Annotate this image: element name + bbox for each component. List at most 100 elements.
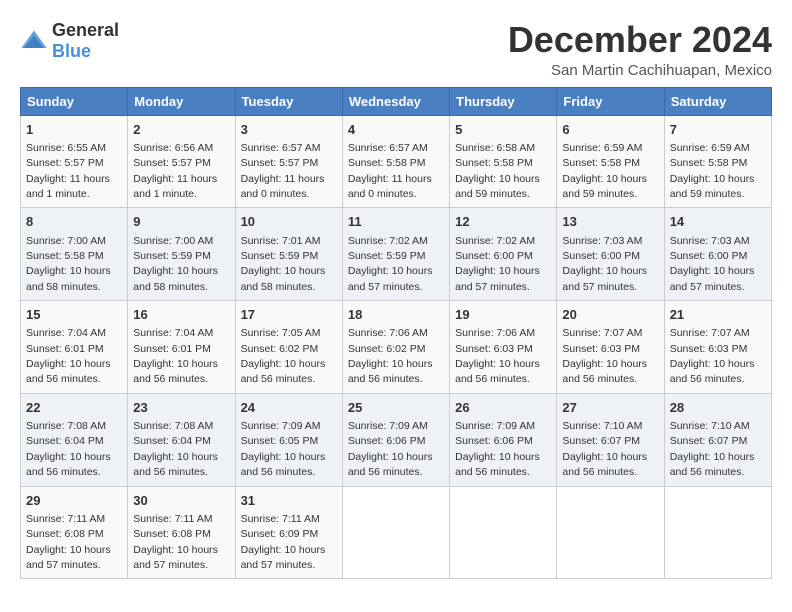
day-info: Sunrise: 7:06 AMSunset: 6:02 PMDaylight:… bbox=[348, 327, 433, 385]
table-row: 9Sunrise: 7:00 AMSunset: 5:59 PMDaylight… bbox=[128, 208, 235, 301]
day-number: 17 bbox=[241, 306, 337, 324]
table-row: 13Sunrise: 7:03 AMSunset: 6:00 PMDayligh… bbox=[557, 208, 664, 301]
day-number: 2 bbox=[133, 121, 229, 139]
page-container: General Blue December 2024 San Martin Ca… bbox=[20, 20, 772, 579]
calendar-week-row: 1Sunrise: 6:55 AMSunset: 5:57 PMDaylight… bbox=[21, 115, 772, 208]
day-number: 23 bbox=[133, 399, 229, 417]
day-number: 3 bbox=[241, 121, 337, 139]
table-row: 20 Sunrise: 7:07 AMSunset: 6:03 PMDayligh… bbox=[557, 301, 664, 394]
logo: General Blue bbox=[20, 20, 119, 62]
day-info: Sunrise: 7:03 AMSunset: 6:00 PMDaylight:… bbox=[670, 235, 755, 293]
table-row: 3 Sunrise: 6:57 AMSunset: 5:57 PMDaylight… bbox=[235, 115, 342, 208]
day-info: Sunrise: 6:59 AMSunset: 5:58 PMDaylight:… bbox=[670, 142, 755, 200]
col-thursday: Thursday bbox=[450, 87, 557, 115]
table-row: 28 Sunrise: 7:10 AMSunset: 6:07 PMDayligh… bbox=[664, 393, 771, 486]
day-number: 5 bbox=[455, 121, 551, 139]
table-row: 16 Sunrise: 7:04 AMSunset: 6:01 PMDayligh… bbox=[128, 301, 235, 394]
day-info: Sunrise: 7:00 AMSunset: 5:58 PMDaylight:… bbox=[26, 235, 111, 293]
table-row: 14Sunrise: 7:03 AMSunset: 6:00 PMDayligh… bbox=[664, 208, 771, 301]
day-number: 12 bbox=[455, 213, 551, 231]
day-info: Sunrise: 6:59 AMSunset: 5:58 PMDaylight:… bbox=[562, 142, 647, 200]
title-block: December 2024 San Martin Cachihuapan, Me… bbox=[508, 20, 772, 79]
table-row: 22 Sunrise: 7:08 AMSunset: 6:04 PMDayligh… bbox=[21, 393, 128, 486]
table-row: 21 Sunrise: 7:07 AMSunset: 6:03 PMDayligh… bbox=[664, 301, 771, 394]
day-number: 29 bbox=[26, 492, 122, 510]
col-saturday: Saturday bbox=[664, 87, 771, 115]
day-info: Sunrise: 7:08 AMSunset: 6:04 PMDaylight:… bbox=[26, 420, 111, 478]
day-number: 18 bbox=[348, 306, 444, 324]
day-info: Sunrise: 7:02 AMSunset: 6:00 PMDaylight:… bbox=[455, 235, 540, 293]
day-info: Sunrise: 7:07 AMSunset: 6:03 PMDaylight:… bbox=[670, 327, 755, 385]
day-number: 16 bbox=[133, 306, 229, 324]
day-info: Sunrise: 7:11 AMSunset: 6:09 PMDaylight:… bbox=[241, 513, 326, 571]
day-number: 31 bbox=[241, 492, 337, 510]
day-number: 13 bbox=[562, 213, 658, 231]
day-number: 4 bbox=[348, 121, 444, 139]
day-number: 22 bbox=[26, 399, 122, 417]
day-info: Sunrise: 7:11 AMSunset: 6:08 PMDaylight:… bbox=[133, 513, 218, 571]
day-number: 11 bbox=[348, 213, 444, 231]
day-info: Sunrise: 6:58 AMSunset: 5:58 PMDaylight:… bbox=[455, 142, 540, 200]
day-info: Sunrise: 6:57 AMSunset: 5:58 PMDaylight:… bbox=[348, 142, 432, 200]
logo-blue: Blue bbox=[52, 41, 91, 61]
table-row: 24 Sunrise: 7:09 AMSunset: 6:05 PMDayligh… bbox=[235, 393, 342, 486]
day-info: Sunrise: 7:06 AMSunset: 6:03 PMDaylight:… bbox=[455, 327, 540, 385]
day-number: 24 bbox=[241, 399, 337, 417]
calendar-week-row: 15Sunrise: 7:04 AMSunset: 6:01 PMDayligh… bbox=[21, 301, 772, 394]
table-row: 25 Sunrise: 7:09 AMSunset: 6:06 PMDayligh… bbox=[342, 393, 449, 486]
day-number: 28 bbox=[670, 399, 766, 417]
col-sunday: Sunday bbox=[21, 87, 128, 115]
table-row bbox=[450, 486, 557, 579]
day-info: Sunrise: 7:10 AMSunset: 6:07 PMDaylight:… bbox=[670, 420, 755, 478]
day-info: Sunrise: 7:07 AMSunset: 6:03 PMDaylight:… bbox=[562, 327, 647, 385]
day-number: 30 bbox=[133, 492, 229, 510]
table-row: 31 Sunrise: 7:11 AMSunset: 6:09 PMDayligh… bbox=[235, 486, 342, 579]
day-info: Sunrise: 7:10 AMSunset: 6:07 PMDaylight:… bbox=[562, 420, 647, 478]
day-number: 19 bbox=[455, 306, 551, 324]
day-info: Sunrise: 7:09 AMSunset: 6:05 PMDaylight:… bbox=[241, 420, 326, 478]
table-row: 27 Sunrise: 7:10 AMSunset: 6:07 PMDayligh… bbox=[557, 393, 664, 486]
table-row: 7Sunrise: 6:59 AMSunset: 5:58 PMDaylight… bbox=[664, 115, 771, 208]
day-info: Sunrise: 7:01 AMSunset: 5:59 PMDaylight:… bbox=[241, 235, 326, 293]
table-row: 2Sunrise: 6:56 AMSunset: 5:57 PMDaylight… bbox=[128, 115, 235, 208]
table-row: 19 Sunrise: 7:06 AMSunset: 6:03 PMDayligh… bbox=[450, 301, 557, 394]
calendar-week-row: 8 Sunrise: 7:00 AMSunset: 5:58 PMDaylight… bbox=[21, 208, 772, 301]
day-info: Sunrise: 7:04 AMSunset: 6:01 PMDaylight:… bbox=[133, 327, 218, 385]
table-row: 17 Sunrise: 7:05 AMSunset: 6:02 PMDayligh… bbox=[235, 301, 342, 394]
logo-icon bbox=[20, 27, 48, 55]
day-number: 27 bbox=[562, 399, 658, 417]
calendar-subtitle: San Martin Cachihuapan, Mexico bbox=[508, 62, 772, 79]
day-info: Sunrise: 7:05 AMSunset: 6:02 PMDaylight:… bbox=[241, 327, 326, 385]
logo-general: General bbox=[52, 20, 119, 40]
day-info: Sunrise: 6:55 AMSunset: 5:57 PMDaylight:… bbox=[26, 142, 110, 200]
table-row: 1Sunrise: 6:55 AMSunset: 5:57 PMDaylight… bbox=[21, 115, 128, 208]
day-info: Sunrise: 7:09 AMSunset: 6:06 PMDaylight:… bbox=[348, 420, 433, 478]
day-number: 25 bbox=[348, 399, 444, 417]
table-row: 23Sunrise: 7:08 AMSunset: 6:04 PMDayligh… bbox=[128, 393, 235, 486]
calendar-title: December 2024 bbox=[508, 20, 772, 60]
col-wednesday: Wednesday bbox=[342, 87, 449, 115]
day-number: 10 bbox=[241, 213, 337, 231]
day-info: Sunrise: 7:11 AMSunset: 6:08 PMDaylight:… bbox=[26, 513, 111, 571]
table-row: 15Sunrise: 7:04 AMSunset: 6:01 PMDayligh… bbox=[21, 301, 128, 394]
day-info: Sunrise: 7:04 AMSunset: 6:01 PMDaylight:… bbox=[26, 327, 111, 385]
table-row: 26Sunrise: 7:09 AMSunset: 6:06 PMDayligh… bbox=[450, 393, 557, 486]
col-friday: Friday bbox=[557, 87, 664, 115]
table-row: 12 Sunrise: 7:02 AMSunset: 6:00 PMDayligh… bbox=[450, 208, 557, 301]
table-row: 8 Sunrise: 7:00 AMSunset: 5:58 PMDaylight… bbox=[21, 208, 128, 301]
day-number: 20 bbox=[562, 306, 658, 324]
day-number: 6 bbox=[562, 121, 658, 139]
day-info: Sunrise: 7:02 AMSunset: 5:59 PMDaylight:… bbox=[348, 235, 433, 293]
logo-text: General Blue bbox=[52, 20, 119, 62]
table-row: 10 Sunrise: 7:01 AMSunset: 5:59 PMDayligh… bbox=[235, 208, 342, 301]
table-row bbox=[557, 486, 664, 579]
day-number: 21 bbox=[670, 306, 766, 324]
table-row: 29 Sunrise: 7:11 AMSunset: 6:08 PMDayligh… bbox=[21, 486, 128, 579]
table-row bbox=[342, 486, 449, 579]
day-info: Sunrise: 7:09 AMSunset: 6:06 PMDaylight:… bbox=[455, 420, 540, 478]
calendar-header-row: Sunday Monday Tuesday Wednesday Thursday… bbox=[21, 87, 772, 115]
table-row bbox=[664, 486, 771, 579]
table-row: 4 Sunrise: 6:57 AMSunset: 5:58 PMDaylight… bbox=[342, 115, 449, 208]
day-info: Sunrise: 6:57 AMSunset: 5:57 PMDaylight:… bbox=[241, 142, 325, 200]
day-number: 8 bbox=[26, 213, 122, 231]
